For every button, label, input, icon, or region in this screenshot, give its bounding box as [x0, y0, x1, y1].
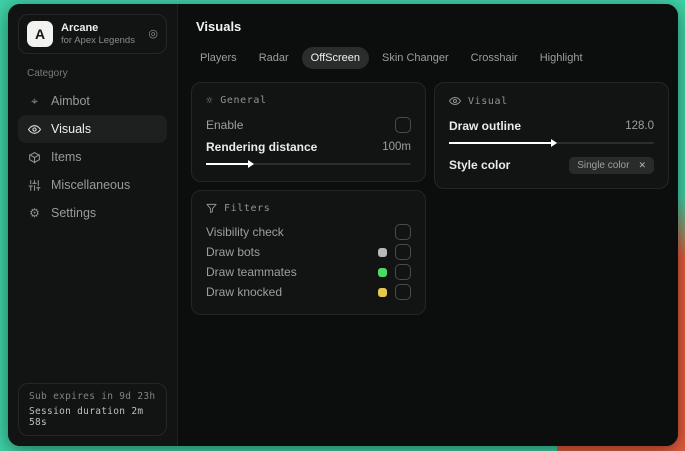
visibility-check-checkbox[interactable]	[395, 224, 411, 240]
style-color-select[interactable]: Single color ✕	[569, 156, 654, 174]
draw-outline-slider[interactable]	[449, 138, 654, 148]
draw-knocked-color-swatch[interactable]	[378, 287, 387, 297]
filter-controls	[378, 264, 411, 280]
draw-teammates-color-swatch[interactable]	[378, 267, 387, 277]
panel-column-right: Visual Draw outline 128.0 Style color Si…	[434, 82, 669, 189]
sliders-icon	[27, 179, 42, 192]
filter-row: Visibility check	[206, 222, 411, 242]
sidebar-item-label: Items	[51, 150, 82, 164]
draw-bots-color-swatch[interactable]	[378, 247, 387, 257]
rendering-distance-row: Rendering distance 100m	[206, 136, 411, 158]
tab-bar: Players Radar OffScreen Skin Changer Cro…	[191, 47, 669, 69]
app-subtitle: for Apex Legends	[61, 35, 135, 46]
draw-knocked-checkbox[interactable]	[395, 284, 411, 300]
filter-controls	[395, 224, 411, 240]
sidebar-item-label: Settings	[51, 206, 97, 220]
close-icon[interactable]: ✕	[638, 160, 646, 170]
draw-outline-value: 128.0	[625, 120, 654, 132]
session-duration-text: Session duration 2m 58s	[29, 406, 144, 428]
sidebar-item-aimbot[interactable]: ⌖ Aimbot	[18, 87, 167, 115]
general-panel: ☼ General Enable Rendering distance 100m	[191, 82, 426, 182]
tab-skin-changer[interactable]: Skin Changer	[373, 47, 458, 69]
draw-knocked-label: Draw knocked	[206, 285, 283, 299]
page-title: Visuals	[196, 19, 242, 34]
rendering-distance-value: 100m	[382, 141, 411, 153]
main-content: Visuals Players Radar OffScreen Skin Cha…	[178, 4, 678, 446]
filter-controls	[378, 284, 411, 300]
filter-row: Draw teammates	[206, 262, 411, 282]
sub-expires-text: Sub expires in 9d 23h	[29, 391, 156, 402]
panel-column-left: ☼ General Enable Rendering distance 100m	[191, 82, 426, 315]
panel-title: Visual	[468, 95, 508, 107]
rendering-distance-slider[interactable]	[206, 159, 411, 169]
tab-offscreen[interactable]: OffScreen	[301, 47, 369, 69]
visual-panel: Visual Draw outline 128.0 Style color Si…	[434, 82, 669, 189]
filters-panel-header: Filters	[206, 203, 411, 214]
general-panel-header: ☼ General	[206, 95, 411, 106]
app-logo: A	[27, 21, 53, 47]
sidebar-item-miscellaneous[interactable]: Miscellaneous	[18, 171, 167, 199]
enable-row: Enable	[206, 114, 411, 136]
filters-panel: Filters Visibility check Draw bots Draw …	[191, 190, 426, 315]
app-logo-card: A Arcane for Apex Legends ◎	[18, 14, 167, 54]
funnel-icon	[206, 203, 217, 214]
sun-gear-icon: ☼	[206, 94, 214, 107]
sidebar-item-items[interactable]: Items	[18, 143, 167, 171]
style-color-value: Single color	[577, 159, 630, 171]
panel-title: Filters	[224, 203, 271, 214]
style-color-row: Style color Single color ✕	[449, 154, 654, 176]
panel-grid: ☼ General Enable Rendering distance 100m	[191, 82, 669, 315]
pin-icon[interactable]: ◎	[148, 28, 158, 40]
sidebar: A Arcane for Apex Legends ◎ Category ⌖ A…	[8, 4, 178, 446]
filter-row: Draw bots	[206, 242, 411, 262]
tab-highlight[interactable]: Highlight	[531, 47, 592, 69]
eye-icon	[27, 123, 42, 136]
sidebar-item-label: Visuals	[51, 122, 92, 136]
sidebar-item-label: Aimbot	[51, 94, 90, 108]
draw-teammates-label: Draw teammates	[206, 265, 297, 279]
filter-controls	[378, 244, 411, 260]
gear-icon: ⚙	[29, 206, 40, 220]
enable-label: Enable	[206, 118, 244, 132]
tab-crosshair[interactable]: Crosshair	[462, 47, 527, 69]
eye-icon	[449, 95, 461, 107]
subscription-status-card: Sub expires in 9d 23h Session duration 2…	[18, 383, 167, 436]
sidebar-item-label: Miscellaneous	[51, 178, 131, 192]
app-identity: Arcane for Apex Legends	[61, 22, 135, 46]
slider-fill-arrow	[206, 160, 255, 168]
draw-outline-row: Draw outline 128.0	[449, 115, 654, 137]
sidebar-item-settings[interactable]: ⚙ Settings	[18, 199, 167, 227]
cheat-menu-window: A Arcane for Apex Legends ◎ Category ⌖ A…	[8, 4, 678, 446]
sidebar-item-visuals[interactable]: Visuals	[18, 115, 167, 143]
panel-title: General	[220, 95, 267, 106]
enable-checkbox[interactable]	[395, 117, 411, 133]
crosshair-icon: ⌖	[31, 94, 38, 108]
cube-icon	[27, 151, 42, 164]
draw-outline-label: Draw outline	[449, 119, 522, 133]
draw-bots-label: Draw bots	[206, 245, 261, 259]
visibility-check-label: Visibility check	[206, 225, 284, 239]
rendering-distance-label: Rendering distance	[206, 140, 318, 154]
tab-radar[interactable]: Radar	[250, 47, 298, 69]
app-name: Arcane	[61, 22, 99, 34]
style-color-label: Style color	[449, 158, 511, 172]
slider-fill-arrow	[449, 139, 556, 147]
tab-players[interactable]: Players	[191, 47, 246, 69]
visual-panel-header: Visual	[449, 95, 654, 107]
draw-bots-checkbox[interactable]	[395, 244, 411, 260]
draw-teammates-checkbox[interactable]	[395, 264, 411, 280]
filter-row: Draw knocked	[206, 282, 411, 302]
category-label: Category	[27, 68, 68, 79]
